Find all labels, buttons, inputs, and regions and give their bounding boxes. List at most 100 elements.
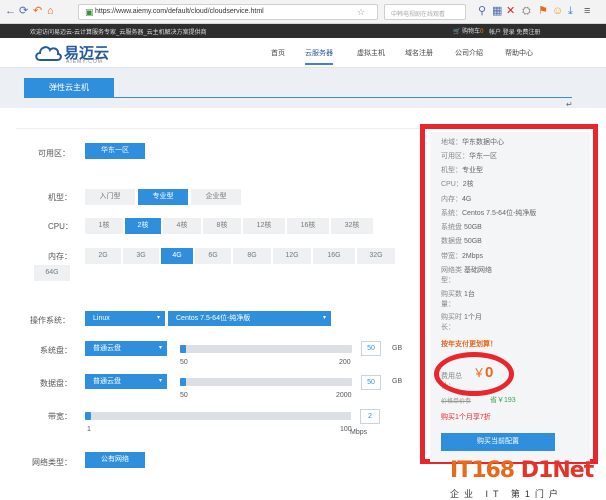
chevron-down-icon: ▾ [158,345,162,351]
refresh-icon[interactable]: ⟳ [19,6,28,17]
nav-about[interactable]: 公司介绍 [455,48,483,58]
model-option-pro[interactable]: 专业型 [138,189,188,205]
nav-virtual-host[interactable]: 虚拟主机 [357,48,385,58]
address-url: https://www.aiemy.com/default/cloud/clou… [95,8,264,15]
cpu-option[interactable]: 8核 [203,218,241,234]
system-disk-slider[interactable] [180,345,352,353]
memory-option[interactable]: 2G [85,248,121,264]
cpu-option[interactable]: 16核 [287,218,329,234]
slider-fill [85,412,91,420]
bandwidth-unit: Mbps [350,429,368,436]
data-disk-min: 50 [180,392,188,399]
watermark-logo: IT168 D1Net 企业 IT 第1门户 [450,458,594,499]
search-icon[interactable]: ⚲ [478,6,486,17]
slider-fill [180,345,186,353]
memory-option[interactable]: 4G [161,248,193,264]
nav-cloud-server[interactable]: 云服务器 [305,48,333,65]
user-icon[interactable]: ⛭ [522,6,531,17]
data-disk-max: 2000 [336,392,352,399]
system-disk-min: 50 [180,359,188,366]
system-disk-type-select[interactable]: 普通云盘 ▾ [85,341,167,356]
summary-row: 系统：Centos 7.5-64位-纯净版 [441,210,537,217]
cpu-label: CPU： [48,222,73,231]
summary-row: 数据盘 50GB [441,238,482,245]
deal-text: 购买1个月享7折 [441,414,491,421]
tab-underline [24,97,572,98]
reference-price: 价格单价参 [441,399,472,405]
model-label: 机型： [48,193,72,202]
os-family-select[interactable]: Linux ▾ [85,311,165,326]
summary-row: 带宽：2Mbps [441,253,484,260]
data-disk-slider[interactable] [180,378,352,386]
memory-option[interactable]: 3G [123,248,159,264]
memory-option[interactable]: 32G [357,248,395,264]
bandwidth-label: 带宽： [48,412,72,421]
summary-row: CPU：2核 [441,181,474,188]
site-logo[interactable]: 易迈云 AIEMY.COM [34,42,114,66]
cpu-option[interactable]: 32核 [331,218,373,234]
cpu-option[interactable]: 12核 [243,218,285,234]
summary-row: 网络类 基础网络 型： [441,267,492,284]
memory-option[interactable]: 64G [34,265,70,281]
buy-button[interactable]: 购买当前配置 [441,433,555,451]
home-icon[interactable]: ⌂ [47,6,54,17]
browser-search-input[interactable]: 中韩电视剧在线观看 [384,4,466,20]
menu-icon[interactable]: ≡ [584,6,590,17]
lock-icon: ▣ [85,7,94,17]
site-top-bar: 欢迎访问易迈云-云计算服务专家_云服务器_云主机解决方案提供商 🛒 购物车0 帐… [0,24,606,38]
cloud-logo-icon [35,46,62,61]
chevron-down-icon: ▾ [322,315,326,321]
cpu-option[interactable]: 4核 [163,218,201,234]
bandwidth-min: 1 [87,426,91,433]
chevron-down-icon: ▾ [158,378,162,384]
data-disk-type-select[interactable]: 普通云盘 ▾ [85,374,167,389]
close-icon[interactable]: ✕ [506,6,515,17]
nav-domain[interactable]: 域名注册 [405,48,433,58]
system-disk-max: 200 [339,359,351,366]
system-disk-unit: GB [392,345,403,352]
network-label: 网络类型： [32,458,72,467]
memory-option[interactable]: 6G [195,248,231,264]
star-icon[interactable]: ☆ [357,7,365,18]
model-option-entry[interactable]: 入门型 [85,189,135,205]
tab-elastic-cloud[interactable]: 弹性云主机 [24,78,114,98]
bell-icon[interactable]: ⚑ [538,6,548,17]
model-option-enterprise[interactable]: 企业型 [191,189,241,205]
summary-row: 系统盘 50GB [441,224,482,231]
welcome-text: 欢迎访问易迈云-云计算服务专家_云服务器_云主机解决方案提供商 [30,30,207,36]
extension-icon[interactable]: ▦ [492,6,502,17]
summary-row: 机型：专业型 [441,167,483,174]
site-header: 易迈云 AIEMY.COM 首页 云服务器 虚拟主机 域名注册 公司介绍 帮助中… [0,38,606,68]
memory-option[interactable]: 16G [313,248,355,264]
data-disk-input[interactable]: 50 [361,375,381,390]
bandwidth-slider[interactable] [85,412,351,420]
back-icon[interactable]: ← [5,6,16,17]
summary-row: 购买时 1个月 长： [441,314,482,331]
account-links[interactable]: 帐户 登录 免费注册 [489,27,540,36]
data-disk-unit: GB [392,378,403,385]
savings-text: 省￥193 [490,397,516,404]
promo-text: 按年支付更划算！ [441,341,497,348]
summary-row: 地域：华东数据中心 [441,139,504,146]
cart-link[interactable]: 🛒 购物车0 [453,26,484,35]
os-image-select[interactable]: Centos 7.5-64位-纯净版 ▾ [168,311,331,326]
cpu-option[interactable]: 2核 [125,218,161,234]
address-bar[interactable]: ▣ https://www.aiemy.com/default/cloud/cl… [78,4,378,20]
summary-row: 内存：4G [441,196,472,203]
system-disk-input[interactable]: 50 [361,341,381,356]
smile-icon[interactable]: ☺ [552,6,563,17]
cpu-option[interactable]: 1核 [85,218,123,234]
region-option[interactable]: 华东一区 [85,143,145,159]
network-option[interactable]: 公有网络 [85,452,145,468]
memory-option[interactable]: 12G [273,248,311,264]
nav-help[interactable]: 帮助中心 [505,48,533,58]
summary-row: 可用区：华东一区 [441,153,497,160]
nav-home[interactable]: 首页 [271,48,285,58]
download-icon[interactable]: ⤓ [568,6,573,17]
region-label: 可用区： [38,149,70,158]
return-mark: ↵ [566,100,573,109]
undo-icon[interactable]: ↶ [33,6,42,17]
bandwidth-input[interactable]: 2 [360,409,380,424]
memory-option[interactable]: 8G [233,248,271,264]
browser-toolbar: ← ⟳ ↶ ⌂ ▣ https://www.aiemy.com/default/… [0,0,606,24]
